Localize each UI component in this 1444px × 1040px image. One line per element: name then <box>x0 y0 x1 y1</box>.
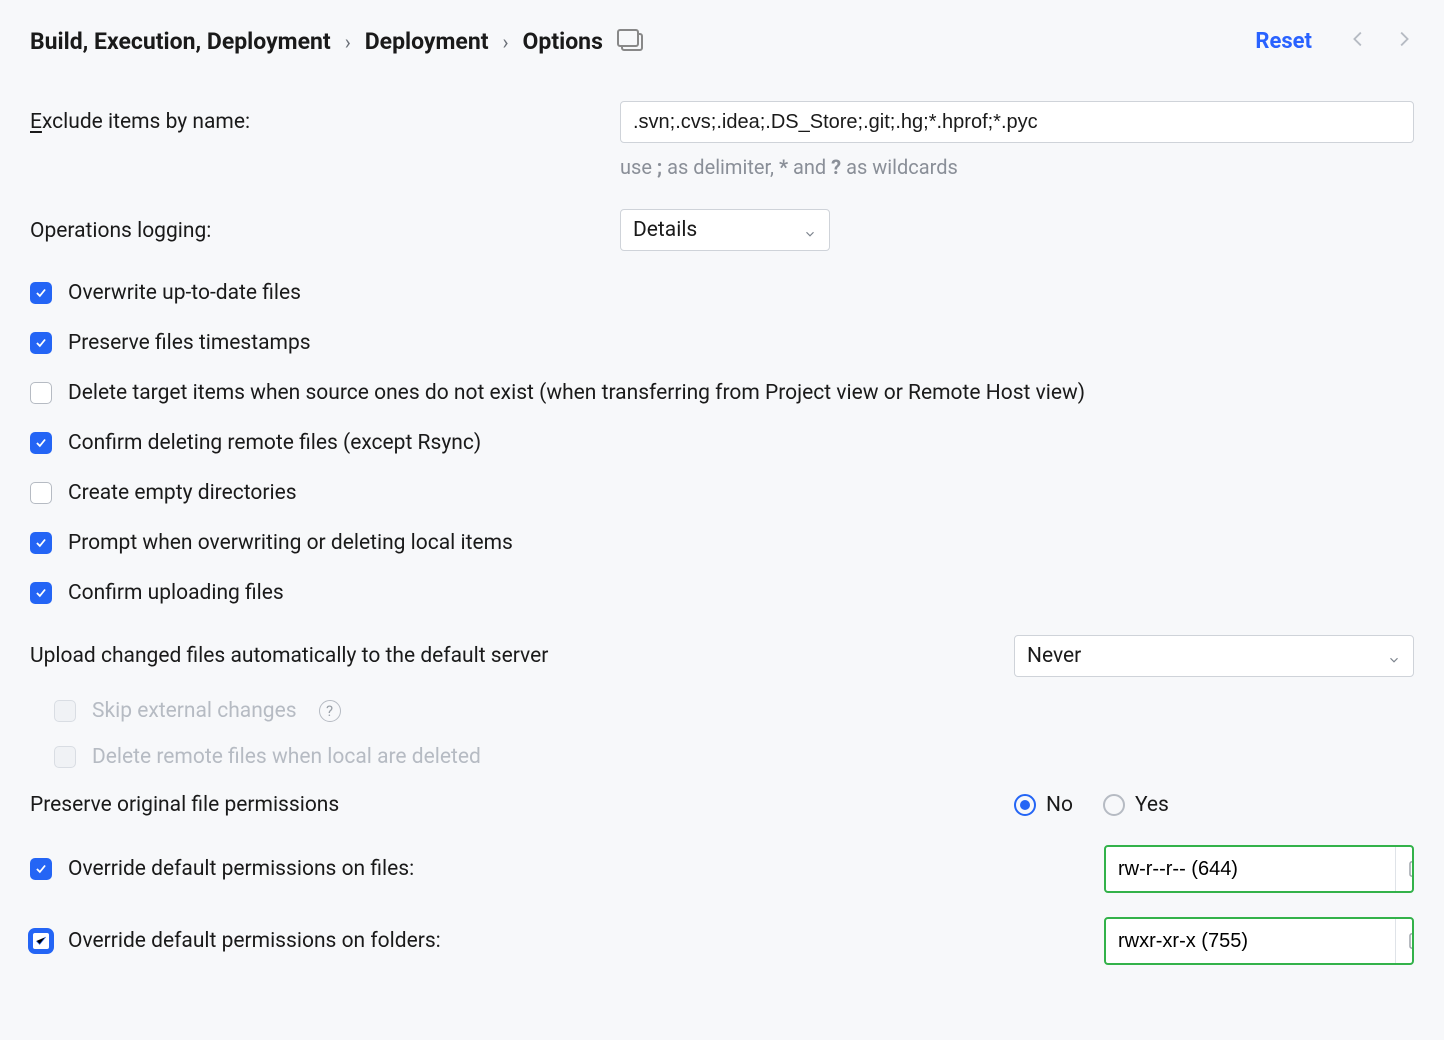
file-permissions-input[interactable] <box>1106 858 1395 881</box>
override-file-permissions-label: Override default permissions on files: <box>68 857 414 881</box>
skip-external-changes-checkbox: Skip external changes ? <box>54 699 1414 723</box>
delete-remote-when-local-deleted-checkbox: Delete remote files when local are delet… <box>54 745 1414 769</box>
auto-upload-select[interactable]: Never <box>1014 635 1414 677</box>
chevron-right-icon: › <box>345 30 351 54</box>
folder-icon <box>1408 932 1414 950</box>
preserve-permissions-label: Preserve original file permissions <box>30 793 339 817</box>
confirm-delete-remote-checkbox[interactable]: Confirm deleting remote files (except Rs… <box>30 431 1414 455</box>
chevron-right-icon: › <box>503 30 509 54</box>
override-file-permissions-checkbox[interactable] <box>30 858 52 880</box>
file-permissions-field[interactable] <box>1104 845 1414 893</box>
forward-arrow-icon[interactable] <box>1392 28 1414 55</box>
create-empty-directories-checkbox[interactable]: Create empty directories <box>30 481 1414 505</box>
browse-file-permissions-button[interactable] <box>1395 847 1414 891</box>
folder-icon <box>1408 860 1414 878</box>
overwrite-up-to-date-checkbox[interactable]: Overwrite up-to-date files <box>30 281 1414 305</box>
help-icon[interactable]: ? <box>319 700 341 722</box>
auto-upload-label: Upload changed files automatically to th… <box>30 644 548 668</box>
breadcrumb-item-2: Options <box>523 28 603 55</box>
restore-window-icon[interactable] <box>621 33 643 51</box>
preserve-permissions-no-radio[interactable]: No <box>1014 793 1073 817</box>
exclude-items-input[interactable] <box>620 101 1414 143</box>
exclude-items-hint: use ; as delimiter, * and ? as wildcards <box>620 155 1414 179</box>
exclude-items-label: Exclude items by name: <box>30 110 250 134</box>
preserve-permissions-yes-radio[interactable]: Yes <box>1103 793 1169 817</box>
breadcrumb-item-1[interactable]: Deployment <box>365 28 489 55</box>
preserve-permissions-radio-group[interactable]: No Yes <box>1014 793 1414 817</box>
back-arrow-icon[interactable] <box>1348 28 1370 55</box>
confirm-uploading-files-checkbox[interactable]: Confirm uploading files <box>30 581 1414 605</box>
operations-logging-label: Operations logging: <box>30 219 211 243</box>
breadcrumb: Build, Execution, Deployment › Deploymen… <box>30 28 1241 55</box>
breadcrumb-item-0[interactable]: Build, Execution, Deployment <box>30 28 331 55</box>
operations-logging-select[interactable]: Details <box>620 209 830 251</box>
override-folder-permissions-label: Override default permissions on folders: <box>68 929 441 953</box>
delete-target-items-checkbox[interactable]: Delete target items when source ones do … <box>30 381 1414 405</box>
chevron-down-icon <box>1387 649 1401 663</box>
folder-permissions-field[interactable] <box>1104 917 1414 965</box>
reset-button[interactable]: Reset <box>1255 29 1312 54</box>
prompt-overwrite-local-checkbox[interactable]: Prompt when overwriting or deleting loca… <box>30 531 1414 555</box>
folder-permissions-input[interactable] <box>1106 930 1395 953</box>
browse-folder-permissions-button[interactable] <box>1395 919 1414 963</box>
chevron-down-icon <box>803 223 817 237</box>
preserve-timestamps-checkbox[interactable]: Preserve files timestamps <box>30 331 1414 355</box>
override-folder-permissions-checkbox[interactable] <box>30 930 52 952</box>
